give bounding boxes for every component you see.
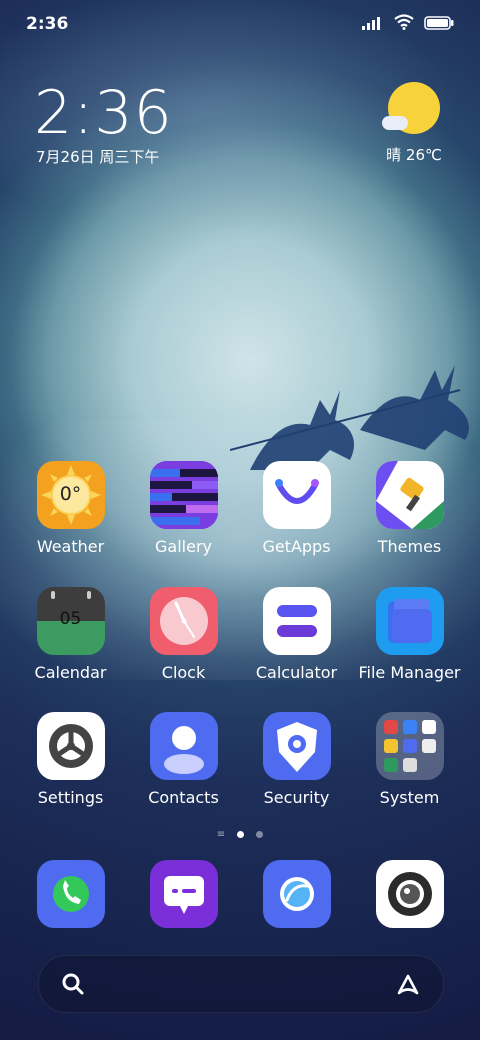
page-dot-active[interactable] bbox=[237, 831, 245, 838]
signal-icon bbox=[362, 15, 384, 34]
search-icon[interactable] bbox=[61, 972, 85, 1000]
home-date: 7月26日 周三下午 bbox=[36, 148, 160, 166]
gallery-icon bbox=[149, 461, 218, 529]
app-label: Settings bbox=[37, 788, 104, 807]
file-manager-icon bbox=[375, 587, 444, 655]
system-folder-icon bbox=[375, 712, 444, 780]
app-drawer-lines-icon[interactable]: ≡ bbox=[217, 829, 225, 840]
home-clock[interactable]: 2:36 bbox=[34, 78, 173, 148]
dock-browser[interactable] bbox=[240, 860, 353, 928]
app-getapps[interactable]: GetApps bbox=[240, 461, 353, 556]
messages-icon bbox=[149, 860, 218, 928]
app-themes[interactable]: Themes bbox=[353, 461, 466, 556]
app-label: GetApps bbox=[262, 537, 331, 556]
app-label: File Manager bbox=[358, 663, 461, 682]
calculator-icon bbox=[262, 587, 331, 655]
browser-icon bbox=[262, 860, 331, 928]
security-icon bbox=[262, 712, 331, 780]
app-settings[interactable]: Settings bbox=[14, 712, 127, 807]
app-gallery[interactable]: Gallery bbox=[127, 461, 240, 556]
app-clock[interactable]: Clock bbox=[127, 587, 240, 682]
dock-phone[interactable] bbox=[14, 860, 127, 928]
dock-messages[interactable] bbox=[127, 860, 240, 928]
contacts-icon bbox=[149, 712, 218, 780]
app-grid-row-1: 0° Weather Gallery GetApps Themes bbox=[14, 461, 466, 556]
battery-icon bbox=[424, 15, 454, 34]
camera-icon bbox=[375, 860, 444, 928]
search-bar[interactable] bbox=[38, 955, 444, 1013]
app-label: Gallery bbox=[155, 537, 212, 556]
getapps-icon bbox=[262, 461, 331, 529]
app-label: Weather bbox=[36, 537, 105, 556]
app-system-folder[interactable]: System bbox=[353, 712, 466, 807]
app-contacts[interactable]: Contacts bbox=[127, 712, 240, 807]
page-indicator: ≡ bbox=[0, 829, 480, 840]
app-calculator[interactable]: Calculator bbox=[240, 587, 353, 682]
themes-icon bbox=[375, 461, 444, 529]
weather-temp-badge: 0° bbox=[59, 483, 82, 505]
home-screen: 2:36 2:36 7月26日 周三下午 晴 26℃ 0° Weather Ga… bbox=[0, 0, 480, 1040]
weather-widget[interactable]: 晴 26℃ bbox=[382, 82, 444, 165]
clock-icon bbox=[149, 587, 218, 655]
app-file-manager[interactable]: File Manager bbox=[353, 587, 466, 682]
app-label: System bbox=[379, 788, 440, 807]
app-label: Themes bbox=[377, 537, 442, 556]
calendar-icon: 05 bbox=[36, 587, 105, 655]
app-weather[interactable]: 0° Weather bbox=[14, 461, 127, 556]
app-grid-row-3: Settings Contacts Security System bbox=[14, 712, 466, 807]
calendar-day: 05 bbox=[59, 609, 82, 629]
app-label: Clock bbox=[161, 663, 206, 682]
phone-icon bbox=[36, 860, 105, 928]
dock-camera[interactable] bbox=[353, 860, 466, 928]
app-calendar[interactable]: 05 Calendar bbox=[14, 587, 127, 682]
app-security[interactable]: Security bbox=[240, 712, 353, 807]
status-time: 2:36 bbox=[26, 14, 69, 34]
app-label: Contacts bbox=[148, 788, 219, 807]
page-dot[interactable] bbox=[256, 831, 264, 838]
settings-icon bbox=[36, 712, 105, 780]
app-grid-row-2: 05 Calendar Clock Calculator File Manage… bbox=[14, 587, 466, 682]
weather-text: 晴 26℃ bbox=[386, 146, 442, 164]
sunny-icon bbox=[382, 82, 440, 134]
assistant-icon[interactable] bbox=[395, 972, 421, 1000]
app-label: Calculator bbox=[255, 663, 338, 682]
weather-icon: 0° bbox=[36, 461, 105, 529]
wifi-icon bbox=[394, 14, 414, 34]
app-label: Calendar bbox=[34, 663, 107, 682]
status-bar: 2:36 bbox=[0, 0, 480, 50]
app-label: Security bbox=[263, 788, 330, 807]
dock bbox=[14, 860, 466, 928]
